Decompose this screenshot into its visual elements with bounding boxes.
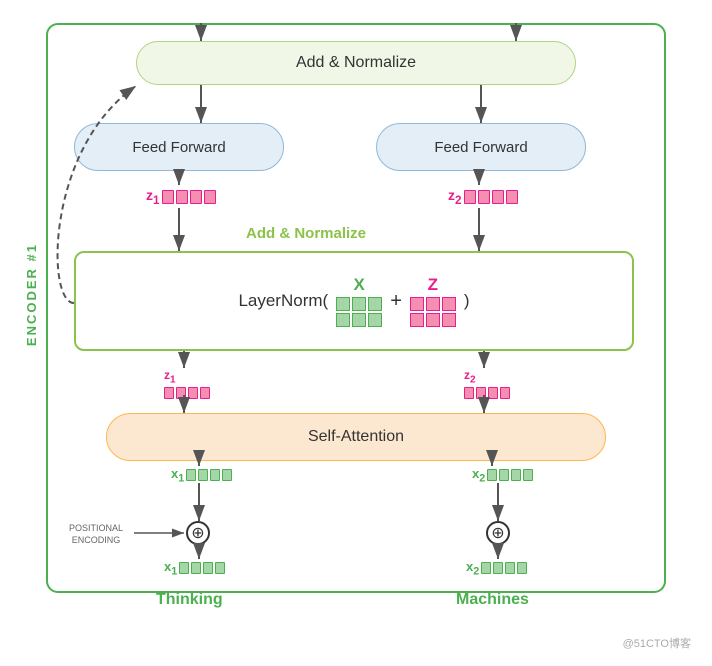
layernorm-box: LayerNorm( X + Z bbox=[74, 251, 634, 351]
x1-input-group: x1 bbox=[171, 466, 232, 485]
x1-bottom-group: x1 bbox=[164, 559, 225, 578]
self-attention-box: Self-Attention bbox=[106, 413, 606, 461]
z1-top-group: z1 bbox=[146, 187, 216, 207]
diagram: ENCODER #1 Add & Normalize Feed Forward … bbox=[16, 13, 696, 653]
add-normalize-label: Add & Normalize bbox=[246, 225, 366, 242]
feed-forward-left: Feed Forward bbox=[74, 123, 284, 171]
circle-plus-right: ⊕ bbox=[486, 521, 510, 545]
circle-plus-left: ⊕ bbox=[186, 521, 210, 545]
z1-mid-group: z1 bbox=[164, 368, 210, 399]
encoder-label: ENCODER #1 bbox=[24, 243, 39, 346]
x2-input-group: x2 bbox=[472, 466, 533, 485]
word-thinking: Thinking bbox=[156, 591, 223, 609]
add-normalize-top: Add & Normalize bbox=[136, 41, 576, 85]
watermark: @51CTO博客 bbox=[623, 635, 691, 651]
z2-top-group: z2 bbox=[448, 187, 518, 207]
word-machines: Machines bbox=[456, 591, 529, 609]
x2-bottom-group: x2 bbox=[466, 559, 527, 578]
feed-forward-right: Feed Forward bbox=[376, 123, 586, 171]
z2-mid-group: z2 bbox=[464, 368, 510, 399]
positional-encoding-label: POSITIONALENCODING bbox=[60, 523, 132, 546]
